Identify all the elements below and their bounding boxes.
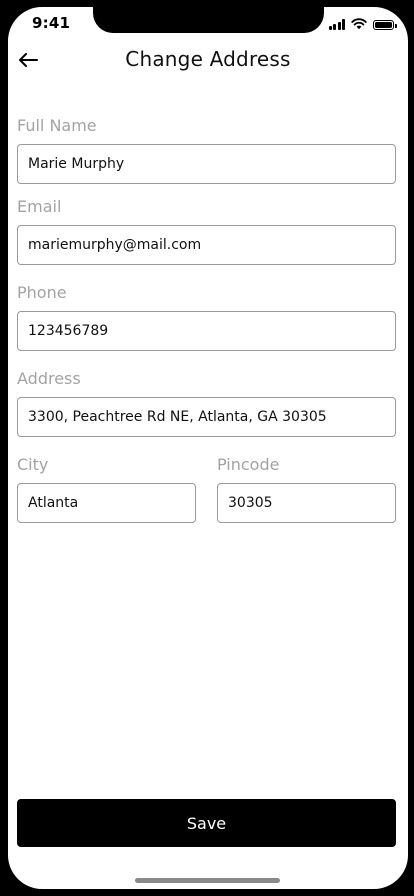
home-indicator — [135, 878, 280, 883]
pincode-label: Pincode — [217, 455, 280, 474]
address-label: Address — [17, 369, 81, 388]
save-button[interactable]: Save — [17, 799, 396, 847]
device-notch — [93, 7, 324, 33]
phone-label: Phone — [17, 283, 67, 302]
email-label: Email — [17, 197, 62, 216]
status-time: 9:41 — [32, 14, 71, 32]
city-field[interactable] — [17, 483, 196, 523]
status-icons — [328, 17, 397, 30]
page-title: Change Address — [125, 47, 291, 71]
full-name-field[interactable] — [17, 144, 396, 184]
cellular-signal-icon — [328, 19, 345, 30]
phone-frame: 9:41 Change Address Full Name Marie Murp… — [0, 0, 414, 896]
city-label: City — [17, 455, 49, 474]
address-field[interactable] — [17, 397, 396, 437]
wifi-icon — [351, 18, 367, 30]
email-field[interactable] — [17, 225, 396, 265]
full-name-label: Full Name — [17, 116, 97, 135]
phone-field[interactable] — [17, 311, 396, 351]
battery-icon — [373, 20, 397, 30]
pincode-field[interactable] — [217, 483, 396, 523]
app-screen: 9:41 Change Address Full Name Marie Murp… — [8, 7, 408, 889]
